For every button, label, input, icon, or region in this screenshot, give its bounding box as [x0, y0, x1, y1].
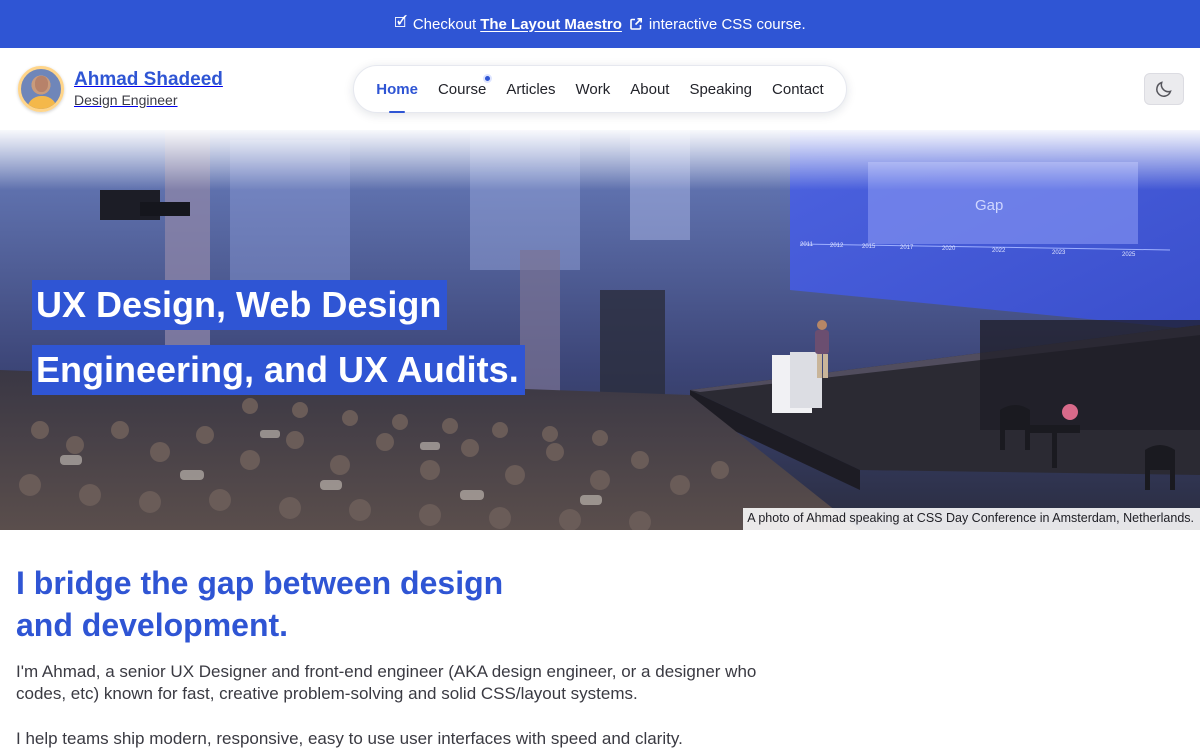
- avatar: [18, 66, 64, 112]
- hero-title-line-1: UX Design, Web Design: [32, 280, 448, 330]
- intro-paragraph-2: I help teams ship modern, responsive, ea…: [16, 729, 683, 748]
- brand-name: Ahmad Shadeed: [74, 69, 223, 90]
- nav-item-home[interactable]: Home: [366, 65, 428, 113]
- slide-year-8: 2025: [1122, 252, 1136, 258]
- nav-label-articles: Articles: [506, 80, 556, 98]
- brand-role: Design Engineer: [74, 92, 178, 108]
- slide-year-6: 2022: [992, 248, 1006, 254]
- external-link-icon: [629, 17, 643, 31]
- slide-year-3: 2015: [862, 244, 876, 250]
- course-link-label[interactable]: The Layout Maestro: [480, 16, 622, 33]
- hero-title-line-2: Engineering, and UX Audits.: [32, 345, 525, 395]
- slide-heading: Gap: [975, 197, 1003, 214]
- nav-item-articles[interactable]: Articles: [496, 65, 565, 113]
- intro-paragraph: I'm Ahmad, a senior UX Designer and fron…: [16, 662, 757, 703]
- slide-year-5: 2020: [942, 246, 956, 252]
- course-link[interactable]: The Layout Maestro: [480, 16, 622, 33]
- slide-year-4: 2017: [900, 245, 914, 251]
- announcement-bar: 🗹 Checkout The Layout Maestro interactiv…: [0, 0, 1200, 48]
- nav-item-contact[interactable]: Contact: [762, 65, 834, 113]
- nav-label-about: About: [630, 80, 670, 98]
- nav-item-work[interactable]: Work: [566, 65, 621, 113]
- slide-year-7: 2023: [1052, 250, 1066, 256]
- nav-label-contact: Contact: [772, 80, 824, 98]
- slide-year-1: 2011: [800, 242, 814, 248]
- section-headline: I bridge the gap between design and deve…: [16, 562, 576, 646]
- announcement-prefix: Checkout: [412, 15, 477, 33]
- announcement-emoji: 🗹: [394, 14, 407, 30]
- new-badge-dot: [483, 74, 493, 83]
- headline-line-1: I bridge the gap between design: [16, 565, 504, 601]
- brand-home-link[interactable]: Ahmad Shadeed Design Engineer: [18, 66, 223, 112]
- headline-line-2: and development.: [16, 607, 289, 643]
- nav-label-home: Home: [376, 80, 418, 98]
- nav-item-speaking[interactable]: Speaking: [679, 65, 762, 113]
- nav-label-course: Course: [437, 80, 487, 98]
- moon-icon: [1156, 81, 1172, 97]
- theme-toggle-button[interactable]: [1144, 73, 1184, 105]
- hero-section: Gap 2011 2012 2015 2017 2020 2022 2023 2…: [0, 130, 1200, 530]
- hero-title: UX Design, Web Design Engineering, and U…: [32, 275, 525, 405]
- nav-label-work: Work: [575, 80, 611, 98]
- nav-label-speaking: Speaking: [689, 80, 753, 98]
- nav-item-about[interactable]: About: [620, 65, 679, 113]
- main-nav: Home Course Articles Work About Speaking…: [353, 65, 847, 113]
- announcement-suffix: interactive CSS course.: [648, 15, 806, 33]
- hero-top-fade: [0, 130, 1200, 190]
- slide-year-2: 2012: [830, 243, 844, 249]
- photo-caption: A photo of Ahmad speaking at CSS Day Con…: [743, 508, 1200, 530]
- nav-item-course[interactable]: Course: [428, 65, 496, 113]
- site-header: Ahmad Shadeed Design Engineer Home Cours…: [0, 48, 1200, 130]
